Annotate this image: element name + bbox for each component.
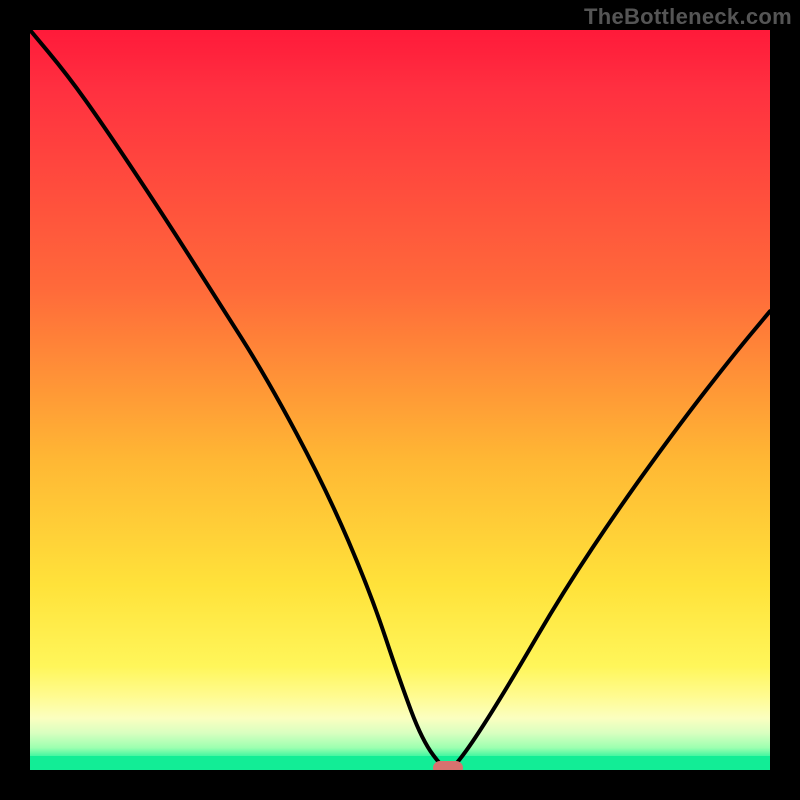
- chart-frame: TheBottleneck.com: [0, 0, 800, 800]
- plot-area: [30, 30, 770, 770]
- watermark-text: TheBottleneck.com: [584, 4, 792, 30]
- bottleneck-curve: [30, 30, 770, 770]
- bottleneck-marker: [433, 761, 463, 770]
